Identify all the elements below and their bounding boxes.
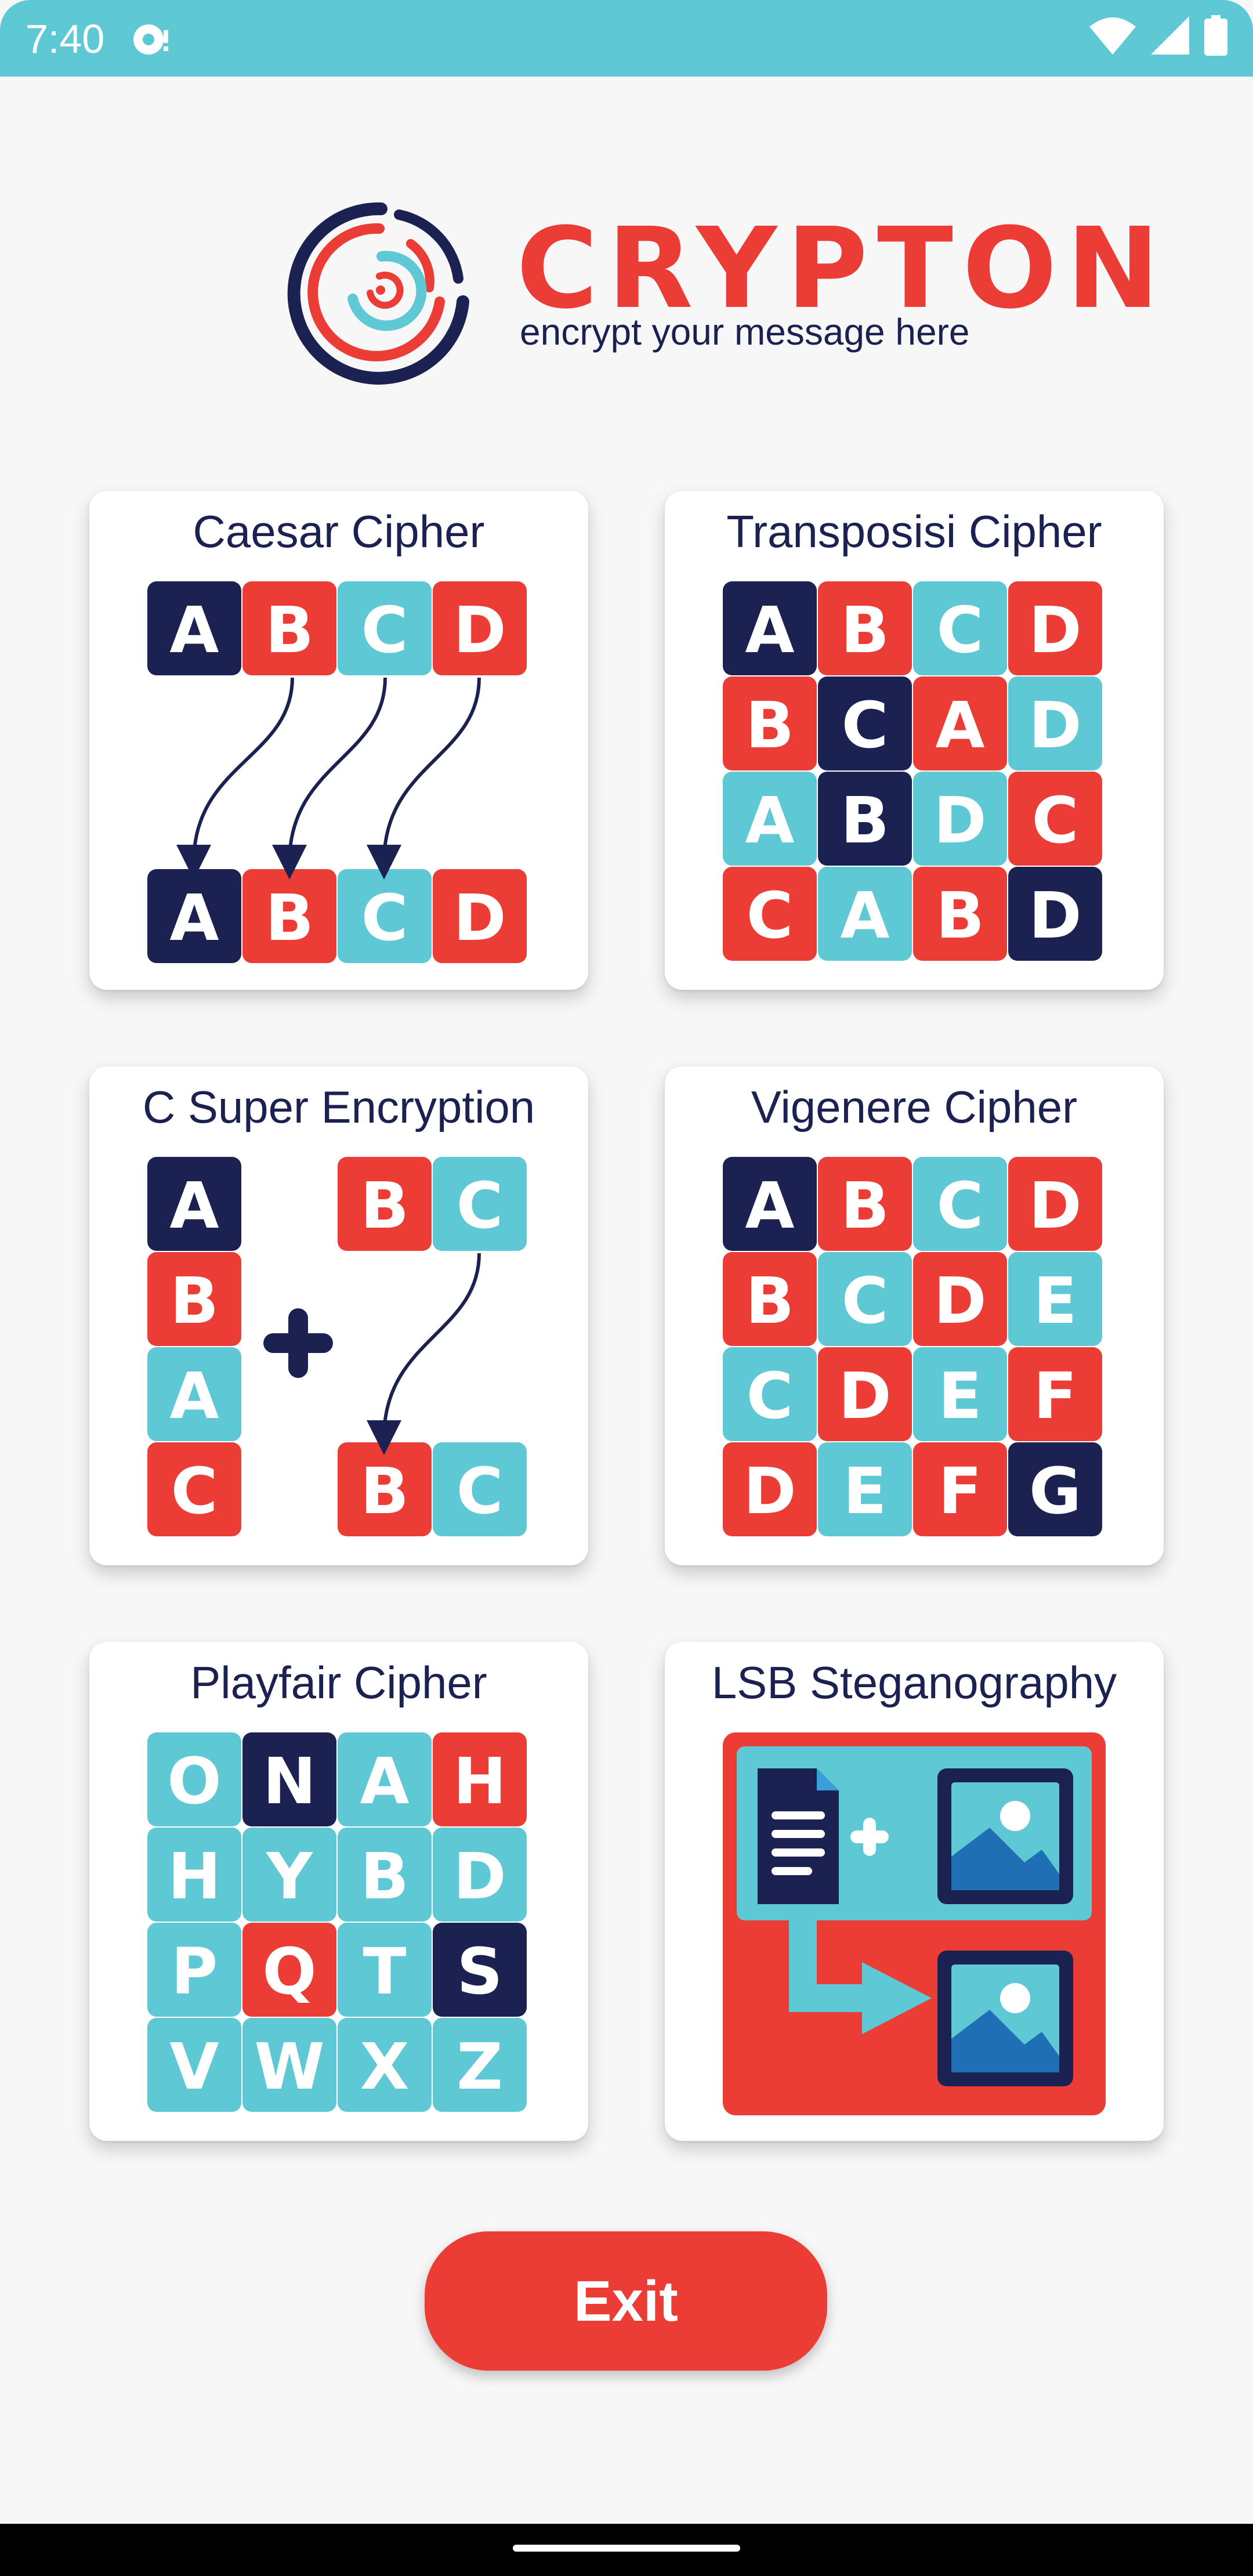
tile-letter: B — [841, 1168, 889, 1243]
playfair-grid-icon: O N A H H Y B D P Q T S V W X Z — [147, 1732, 527, 2112]
tile-letter: E — [938, 1359, 982, 1433]
document-icon — [758, 1768, 839, 1904]
tile-letter: W — [254, 2029, 324, 2104]
tile-letter: B — [265, 881, 314, 955]
tile-letter: Z — [457, 2029, 503, 2104]
tile-letter: A — [169, 881, 219, 955]
tile-letter: C — [842, 1264, 889, 1338]
tile-letter: A — [840, 878, 889, 953]
tile-letter: D — [838, 1359, 891, 1433]
tile-letter: A — [745, 1168, 794, 1243]
tile-letter: B — [745, 1264, 794, 1338]
signal-icon — [1151, 16, 1189, 57]
image-icon — [937, 1951, 1073, 2086]
tile-letter: C — [171, 1454, 218, 1528]
super-encryption-icon: A B A C B C B C — [147, 1157, 527, 1536]
tile-letter: C — [1032, 783, 1079, 858]
card-playfair-cipher[interactable]: Playfair Cipher O N A H H Y B D P Q T S … — [89, 1642, 588, 2141]
tile-letter: C — [937, 593, 984, 667]
tile-letter: X — [360, 2029, 410, 2104]
navigation-bar — [0, 2524, 1253, 2576]
wifi-icon — [1089, 16, 1136, 57]
tile-letter: A — [935, 688, 984, 762]
vigenere-table-icon: A B C D B C D E C D E F D E F G — [723, 1157, 1102, 1536]
card-super-encryption[interactable]: C Super Encryption A B A C B C B C — [89, 1066, 588, 1565]
notification-icon — [131, 20, 172, 60]
tile-letter: D — [1029, 688, 1081, 762]
caesar-shift-icon: A B C D A B C D — [147, 581, 527, 963]
card-lsb-steganography[interactable]: LSB Steganography — [665, 1642, 1164, 2141]
tile-letter: G — [1029, 1454, 1081, 1528]
tile-letter: C — [842, 688, 889, 762]
tile-letter: C — [361, 593, 408, 667]
tile-letter: A — [169, 1168, 219, 1243]
battery-icon — [1204, 15, 1227, 59]
tile-letter: E — [1033, 1264, 1077, 1338]
image-icon — [937, 1768, 1073, 1904]
tile-letter: Y — [265, 1839, 313, 1913]
card-vigenere-cipher[interactable]: Vigenere Cipher A B C D B C D E C D E F … — [665, 1066, 1164, 1565]
tile-letter: B — [841, 783, 889, 858]
tile-letter: A — [169, 1359, 219, 1433]
tile-letter: O — [167, 1744, 222, 1818]
tile-letter: D — [453, 881, 506, 955]
plus-icon — [263, 1308, 333, 1378]
steganography-icon — [723, 1732, 1106, 2115]
exit-button[interactable]: Exit — [425, 2231, 827, 2371]
tile-letter: C — [747, 1359, 794, 1433]
tile-letter: C — [361, 881, 408, 955]
tile-letter: D — [1029, 1168, 1081, 1243]
tile-letter: S — [457, 1934, 502, 2009]
card-transposisi-cipher[interactable]: Transposisi Cipher A B C D B C A D A B D… — [665, 491, 1164, 990]
tile-letter: B — [360, 1839, 409, 1913]
tile-letter: B — [360, 1168, 409, 1243]
tile-letter: A — [745, 593, 794, 667]
tile-letter: E — [843, 1454, 886, 1528]
tile-letter: B — [841, 593, 889, 667]
tile-letter: D — [453, 593, 506, 667]
tile-letter: V — [169, 2029, 219, 2104]
tile-letter: D — [1029, 878, 1081, 953]
tile-letter: D — [933, 783, 986, 858]
tile-letter: H — [168, 1839, 221, 1913]
card-caesar-cipher[interactable]: Caesar Cipher A B C D A B C D — [89, 491, 588, 990]
tile-letter: B — [170, 1264, 219, 1338]
tile-letter: T — [363, 1934, 406, 2009]
status-time: 7:40 — [26, 16, 105, 61]
tile-letter: A — [169, 593, 219, 667]
tile-letter: B — [745, 688, 794, 762]
tile-letter: D — [1029, 593, 1081, 667]
target-logo-icon — [287, 202, 469, 385]
tile-letter: P — [171, 1934, 218, 2009]
tile-letter: F — [938, 1454, 982, 1528]
tile-letter: B — [265, 593, 314, 667]
tile-letter: D — [933, 1264, 986, 1338]
app-tagline: encrypt your message here — [520, 311, 970, 353]
transposition-grid-icon: A B C D B C A D A B D C C A B D — [723, 581, 1102, 961]
tile-letter: A — [360, 1744, 409, 1818]
tile-letter: C — [457, 1454, 504, 1528]
tile-letter: D — [743, 1454, 796, 1528]
home-gesture-handle[interactable] — [513, 2545, 740, 2552]
tile-letter: B — [936, 878, 984, 953]
tile-letter: N — [263, 1744, 316, 1818]
tile-letter: H — [453, 1744, 506, 1818]
status-bar: 7:40 — [0, 0, 1253, 77]
tile-letter: F — [1033, 1359, 1077, 1433]
tile-letter: C — [457, 1168, 504, 1243]
tile-letter: A — [745, 783, 794, 858]
app-brand-name: CRYPTON — [516, 204, 1169, 334]
tile-letter: C — [747, 878, 794, 953]
tile-letter: B — [360, 1454, 409, 1528]
tile-letter: Q — [262, 1934, 317, 2009]
tile-letter: D — [453, 1839, 506, 1913]
tile-letter: C — [937, 1168, 984, 1243]
